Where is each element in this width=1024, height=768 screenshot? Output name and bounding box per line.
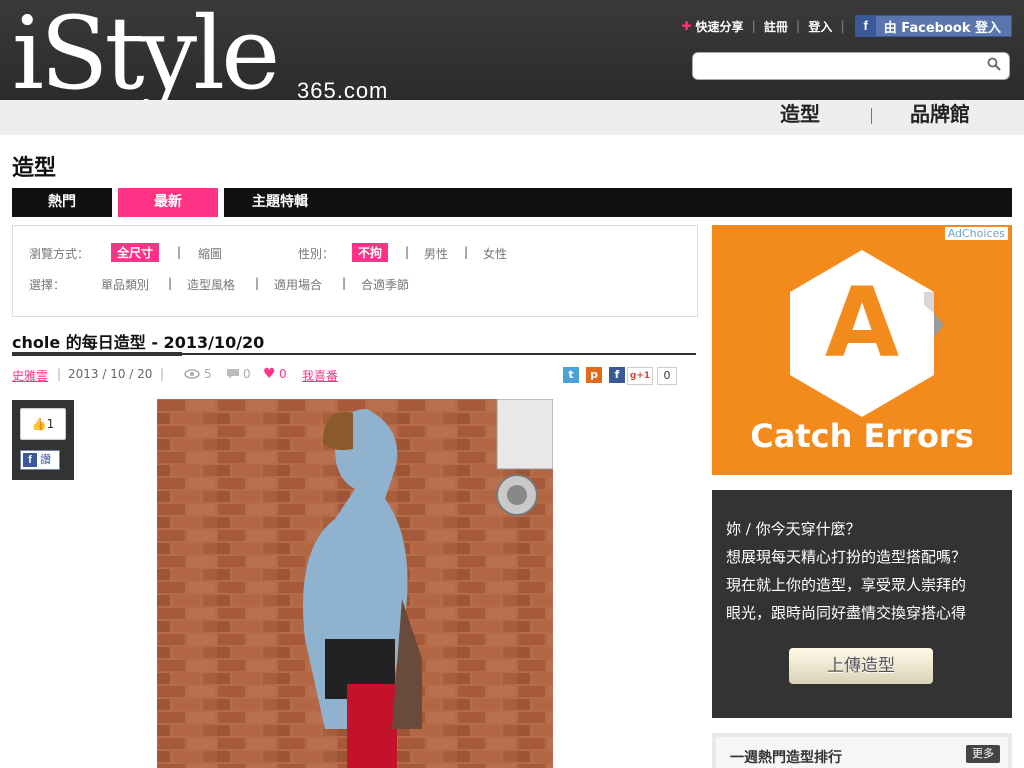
plus-icon: ✚: [681, 19, 692, 33]
facebook-like-box: 👍1 f讚: [12, 400, 74, 480]
site-header: iStyle 365.com ✚ 快速分享 | 註冊 | 登入 | f 由 Fa…: [0, 0, 1024, 112]
ranking-header: 一週熱門造型排行 更多: [716, 737, 1008, 768]
search-icon[interactable]: [987, 57, 1001, 75]
select-label: 選擇：: [29, 278, 66, 292]
quick-share-link[interactable]: 快速分享: [696, 18, 744, 35]
facebook-share-button[interactable]: f讚: [20, 450, 60, 470]
divider: |: [160, 367, 165, 381]
upload-style-button[interactable]: 上傳造型: [789, 648, 933, 684]
facebook-like-button[interactable]: 👍1: [20, 408, 66, 440]
top-links: ✚ 快速分享 | 註冊 | 登入 | f 由 Facebook 登入: [681, 15, 1012, 37]
facebook-icon: f: [23, 453, 37, 467]
divider: |: [57, 367, 62, 381]
promo-line: 妳 / 你今天穿什麼？: [726, 520, 861, 538]
divider: |: [840, 19, 845, 33]
filter-occasion[interactable]: 適用場合: [274, 276, 322, 293]
comment-icon: [226, 368, 240, 382]
filter-category[interactable]: 單品類別: [101, 276, 149, 293]
divider: |: [255, 276, 260, 290]
author-link[interactable]: 史雅雲: [12, 367, 48, 384]
plurk-icon[interactable]: p: [586, 367, 602, 383]
advertisement[interactable]: AdChoices A Catch Errors: [712, 225, 1012, 475]
ad-tagline: Catch Errors: [750, 417, 974, 455]
facebook-share-icon[interactable]: f: [609, 367, 625, 383]
gender-female[interactable]: 女性: [483, 245, 507, 262]
divider: |: [177, 245, 182, 259]
tab-bar: 熱門 最新 主題特輯: [12, 188, 1012, 217]
divider: |: [751, 19, 756, 33]
more-button[interactable]: 更多: [966, 745, 1000, 763]
upload-promo: 妳 / 你今天穿什麼？ 想展現每天精心打扮的造型搭配嗎？ 現在就上你的造型，享受…: [712, 490, 1012, 718]
tab-popular[interactable]: 熱門: [12, 188, 112, 217]
browse-thumbnail[interactable]: 縮圖: [198, 245, 222, 262]
tab-latest[interactable]: 最新: [118, 188, 218, 217]
ad-letter: A: [824, 267, 900, 379]
facebook-login-label: 由 Facebook 登入: [883, 20, 1001, 36]
ranking-title: 一週熱門造型排行: [730, 750, 842, 766]
promo-line: 現在就上你的造型，享受眾人崇拜的: [726, 576, 967, 594]
promo-line: 眼光，跟時尚同好盡情交換穿搭心得: [726, 604, 967, 622]
gender-label: 性別：: [298, 247, 335, 261]
tab-bar-fill: [330, 188, 1012, 217]
comment-count: 0: [243, 367, 251, 381]
outfit-photo[interactable]: [157, 399, 553, 768]
google-plus-count: 0: [657, 367, 677, 385]
divider: |: [795, 19, 801, 33]
title-rule-accent: [12, 352, 182, 356]
weekly-ranking: 一週熱門造型排行 更多: [712, 733, 1012, 768]
like-button[interactable]: 我喜番: [302, 367, 338, 384]
filter-style[interactable]: 造型風格: [187, 276, 235, 293]
thumbs-up-icon: 👍: [31, 417, 47, 431]
nav-style[interactable]: 造型: [780, 98, 820, 126]
view-count: 5: [204, 367, 212, 381]
nav-brands[interactable]: 品牌館: [910, 98, 970, 126]
facebook-login-button[interactable]: f 由 Facebook 登入: [854, 15, 1012, 37]
promo-line: 想展現每天精心打扮的造型搭配嗎？: [726, 548, 967, 566]
divider: |: [168, 276, 173, 290]
browse-full-size[interactable]: 全尺寸: [111, 243, 160, 262]
filter-season[interactable]: 合適季節: [361, 276, 409, 293]
gender-male[interactable]: 男性: [424, 245, 448, 262]
google-plus-icon[interactable]: g+1: [627, 367, 653, 385]
divider: |: [405, 245, 410, 259]
like-count-badge: 1: [46, 417, 55, 431]
eye-icon: [184, 368, 200, 382]
search-input[interactable]: [692, 52, 1010, 80]
filter-panel: 瀏覽方式： 全尺寸 | 縮圖 性別： 不拘 | 男性 | 女性 選擇： 單品類別…: [12, 225, 698, 317]
login-link[interactable]: 登入: [808, 18, 832, 35]
facebook-icon: f: [855, 16, 876, 36]
post-date: 2013 / 10 / 20: [68, 367, 153, 381]
twitter-icon[interactable]: t: [563, 367, 579, 383]
gender-any[interactable]: 不拘: [352, 243, 389, 262]
post-title: chole 的每日造型 - 2013/10/20: [12, 333, 265, 352]
like-count: 0: [279, 367, 287, 381]
divider: |: [464, 245, 469, 259]
browse-label: 瀏覽方式：: [29, 247, 90, 261]
heart-icon: ♥: [263, 366, 276, 382]
tab-features[interactable]: 主題特輯: [224, 188, 336, 217]
share-label: 讚: [40, 453, 51, 466]
page-title: 造型: [12, 156, 57, 181]
nav-divider: [871, 108, 872, 124]
site-logo[interactable]: iStyle: [12, 0, 280, 114]
register-link[interactable]: 註冊: [764, 18, 788, 35]
divider: |: [342, 276, 347, 290]
share-buttons: t p f g+1 0: [563, 367, 683, 385]
